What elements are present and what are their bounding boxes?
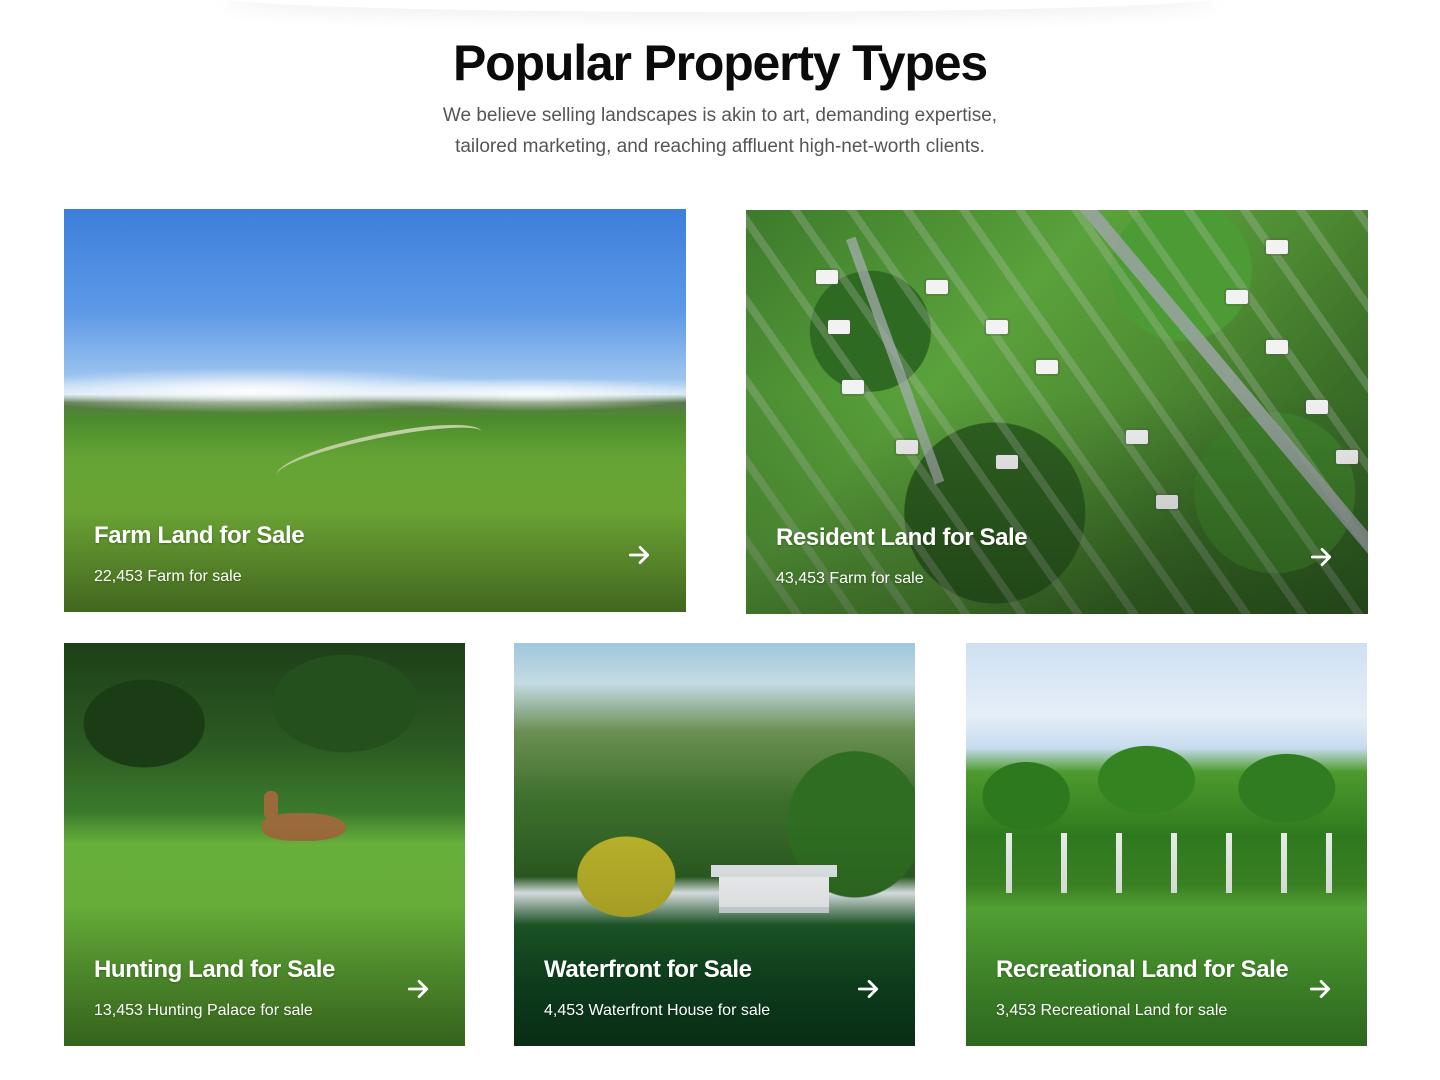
subtitle-line-1: We believe selling landscapes is akin to… xyxy=(442,105,998,126)
card-title: Recreational Land for Sale xyxy=(996,956,1289,983)
house xyxy=(1266,340,1288,354)
house xyxy=(1266,240,1288,254)
card-count: 4,453 Waterfront House for sale xyxy=(544,1002,771,1019)
card-title: Hunting Land for Sale xyxy=(94,956,335,983)
card-title: Resident Land for Sale xyxy=(776,524,1028,551)
house xyxy=(986,320,1008,334)
arrow-right-icon[interactable] xyxy=(1307,976,1333,1002)
property-card-hunting[interactable]: Hunting Land for Sale 13,453 Hunting Pal… xyxy=(64,643,465,1046)
subtitle-line-2: tailored marketing, and reaching affluen… xyxy=(455,136,985,157)
property-card-recreational[interactable]: Recreational Land for Sale 3,453 Recreat… xyxy=(966,643,1367,1046)
house xyxy=(1036,360,1058,374)
house xyxy=(1226,290,1248,304)
card-title: Farm Land for Sale xyxy=(94,522,305,549)
property-card-farm[interactable]: Farm Land for Sale 22,453 Farm for sale xyxy=(64,209,686,612)
house xyxy=(816,270,838,284)
house xyxy=(828,320,850,334)
card-count: 43,453 Farm for sale xyxy=(776,570,924,587)
arrow-right-icon[interactable] xyxy=(1308,544,1334,570)
section-title: Popular Property Types xyxy=(453,35,988,91)
section-subtitle: We believe selling landscapes is akin to… xyxy=(420,100,1020,162)
header-shadow xyxy=(220,0,1220,12)
property-card-resident[interactable]: Resident Land for Sale 43,453 Farm for s… xyxy=(746,210,1368,614)
arrow-right-icon[interactable] xyxy=(405,976,431,1002)
card-title: Waterfront for Sale xyxy=(544,956,752,983)
card-count: 3,453 Recreational Land for sale xyxy=(996,1002,1228,1019)
house xyxy=(926,280,948,294)
property-card-waterfront[interactable]: Waterfront for Sale 4,453 Waterfront Hou… xyxy=(514,643,915,1046)
arrow-right-icon[interactable] xyxy=(855,976,881,1002)
card-count: 22,453 Farm for sale xyxy=(94,568,242,585)
arrow-right-icon[interactable] xyxy=(626,542,652,568)
card-count: 13,453 Hunting Palace for sale xyxy=(94,1002,313,1019)
